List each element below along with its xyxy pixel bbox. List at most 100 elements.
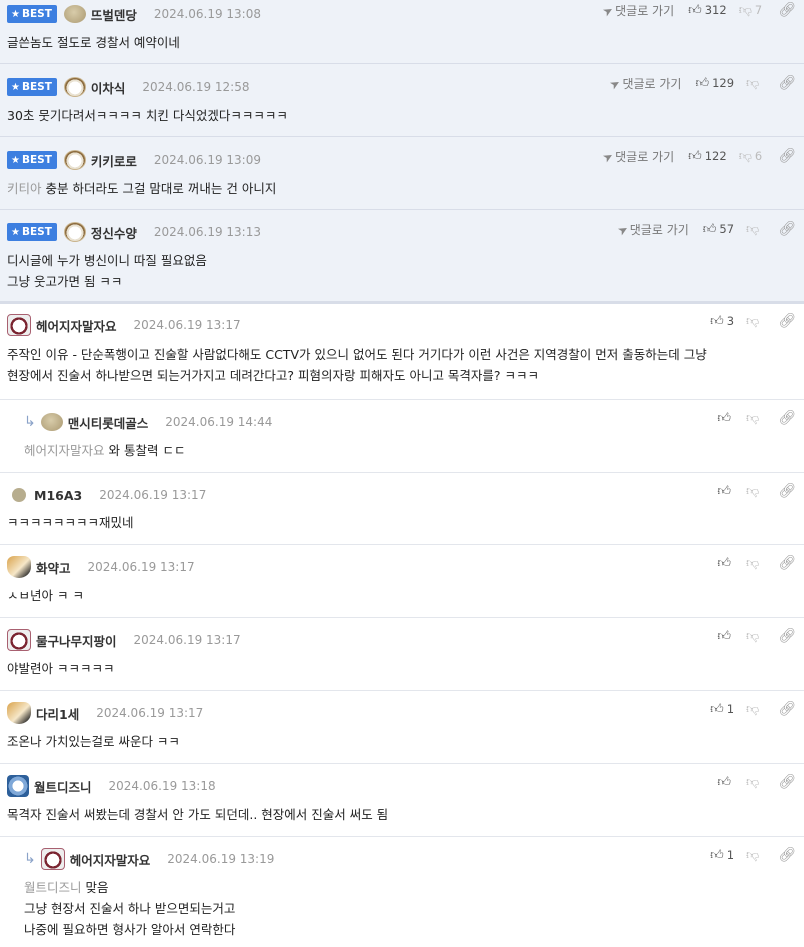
downvote-button[interactable]: 👎︎ [746, 484, 762, 499]
upvote-button[interactable]: 👍︎ 3 [710, 314, 734, 329]
link-icon[interactable]: 🔗︎ [778, 148, 796, 164]
upvote-button[interactable]: 👍︎ [717, 775, 734, 790]
goto-comment-link[interactable]: ➤댓글로 가기 [600, 2, 674, 19]
nickname[interactable]: 이차식 [91, 78, 126, 97]
thumbs-up-icon: 👍︎ [710, 847, 724, 863]
nickname[interactable]: 월트디즈니 [34, 777, 92, 796]
nickname[interactable]: M16A3 [34, 488, 82, 503]
link-icon[interactable]: 🔗︎ [778, 313, 796, 329]
nickname[interactable]: 뜨벌덴당 [91, 5, 137, 24]
nickname[interactable]: 헤어지자말자요 [70, 850, 151, 869]
upvote-button[interactable]: 👍︎ 1 [710, 848, 734, 863]
avatar[interactable] [7, 775, 29, 797]
upvote-button[interactable]: 👍︎ [717, 484, 734, 499]
upvote-button[interactable]: 👍︎ 57 [703, 222, 734, 237]
link-icon[interactable]: 🔗︎ [778, 410, 796, 426]
thumbs-up-icon: 👍︎ [710, 313, 724, 329]
comment-body: 주작인 이유 - 단순폭행이고 진술할 사람없다해도 CCTV가 있으니 없어도… [7, 347, 707, 383]
thumbs-down-icon: 👎︎ [746, 483, 760, 499]
nickname[interactable]: 화약고 [36, 558, 71, 577]
thumbs-down-icon: 👎︎ [746, 847, 760, 863]
comment-date: 2024.06.19 13:08 [153, 7, 261, 21]
nickname[interactable]: 키키로로 [91, 151, 137, 170]
avatar[interactable] [40, 413, 63, 431]
link-icon[interactable]: 🔗︎ [778, 701, 796, 717]
nickname[interactable]: 물구나무지팡이 [36, 631, 117, 650]
avatar[interactable] [63, 222, 86, 242]
thumbs-down-icon: 👎︎ [746, 628, 760, 644]
upvote-button[interactable]: 👍︎ [717, 556, 734, 571]
nickname[interactable]: 맨시티롯데골스 [68, 413, 149, 432]
thumbs-down-icon: 👎︎ [746, 221, 760, 237]
upvote-button[interactable]: 👍︎ 122 [688, 149, 727, 164]
avatar[interactable] [7, 556, 31, 578]
avatar[interactable] [7, 314, 31, 336]
downvote-button[interactable]: 👎︎ [746, 702, 762, 717]
thumbs-down-icon: 👎︎ [746, 555, 760, 571]
downvote-button[interactable]: 👎︎ [746, 556, 762, 571]
downvote-button[interactable]: 👎︎ [746, 775, 762, 790]
comment-body: 디시글에 누가 병신이니 따질 필요없음 그냥 웃고가면 됨 ㅋㅋ [7, 253, 207, 289]
upvote-button[interactable]: 👍︎ 129 [695, 76, 734, 91]
downvote-button[interactable]: 👎︎ [746, 411, 762, 426]
nickname[interactable]: 다리1세 [36, 704, 79, 723]
goto-comment-link[interactable]: ➤댓글로 가기 [615, 221, 689, 238]
link-icon[interactable]: 🔗︎ [778, 847, 796, 863]
comment-body: 30초 뭇기다려서ㅋㅋㅋㅋ 치킨 다식었겠다ㅋㅋㅋㅋㅋ [7, 108, 288, 123]
link-icon[interactable]: 🔗︎ [778, 628, 796, 644]
downvote-button[interactable]: 👎︎ [746, 629, 762, 644]
link-icon[interactable]: 🔗︎ [778, 2, 796, 18]
link-icon[interactable]: 🔗︎ [778, 555, 796, 571]
comment: M16A3 2024.06.19 13:17 👍︎ 👎︎ 🔗︎ ㅋㅋㅋㅋㅋㅋㅋㅋ… [0, 473, 804, 545]
comment: 월트디즈니 2024.06.19 13:18 👍︎ 👎︎ 🔗︎ 목격자 진술서 … [0, 764, 804, 837]
avatar[interactable] [63, 77, 86, 97]
thumbs-down-icon: 👎︎ [746, 313, 760, 329]
comment-body: 월트디즈니 맞음 그냥 현장서 진술서 하나 받으면되는거고 나중에 필요하면 … [24, 880, 236, 937]
comment: 화약고 2024.06.19 13:17 👍︎ 👎︎ 🔗︎ ㅅㅂ년아 ㅋ ㅋ [0, 545, 804, 618]
reply-arrow-icon: ↳ [24, 851, 36, 867]
comment: 다리1세 2024.06.19 13:17 👍︎ 1 👎︎ 🔗︎ 조온나 가치있는… [0, 691, 804, 764]
upvote-button[interactable]: 👍︎ [717, 629, 734, 644]
avatar[interactable] [63, 150, 86, 170]
avatar[interactable] [63, 5, 86, 23]
link-icon[interactable]: 🔗︎ [778, 221, 796, 237]
downvote-button[interactable]: 👎︎ [746, 314, 762, 329]
comment-body: 키티아 충분 하더라도 그걸 맘대로 꺼내는 건 아니지 [7, 181, 277, 196]
avatar[interactable] [12, 488, 26, 502]
downvote-button[interactable]: 👎︎ 7 [739, 3, 763, 18]
upvote-button[interactable]: 👍︎ 1 [710, 702, 734, 717]
link-icon[interactable]: 🔗︎ [778, 75, 796, 91]
upvote-button[interactable]: 👍︎ 312 [688, 3, 727, 18]
comment-date: 2024.06.19 13:17 [96, 706, 204, 720]
thumbs-down-icon: 👎︎ [746, 410, 760, 426]
nickname[interactable]: 헤어지자말자요 [36, 316, 117, 335]
comment-body: 야발련아 ㅋㅋㅋㅋㅋ [7, 661, 115, 676]
downvote-button[interactable]: 👎︎ [746, 222, 762, 237]
mention[interactable]: 헤어지자말자요 [24, 443, 105, 458]
goto-comment-link[interactable]: ➤댓글로 가기 [600, 148, 674, 165]
downvote-button[interactable]: 👎︎ 6 [739, 149, 763, 164]
link-icon[interactable]: 🔗︎ [778, 483, 796, 499]
avatar[interactable] [40, 848, 65, 870]
upvote-button[interactable]: 👍︎ [717, 411, 734, 426]
avatar[interactable] [7, 702, 31, 724]
star-icon: ★ [11, 226, 20, 238]
comment-date: 2024.06.19 13:17 [133, 318, 241, 332]
nickname[interactable]: 정신수양 [91, 223, 137, 242]
star-icon: ★ [11, 8, 20, 20]
comment-body: 글쓴놈도 절도로 경찰서 예약이네 [7, 35, 180, 50]
thumbs-down-icon: 👎︎ [746, 75, 760, 91]
reply-comment: ↳ 헤어지자말자요 2024.06.19 13:19 👍︎ 1 👎︎ 🔗︎ 월트디… [0, 837, 804, 947]
comment-date: 2024.06.19 13:17 [87, 560, 195, 574]
downvote-button[interactable]: 👎︎ [746, 848, 762, 863]
avatar[interactable] [7, 629, 31, 651]
comment-date: 2024.06.19 13:17 [133, 633, 241, 647]
downvote-button[interactable]: 👎︎ [746, 76, 762, 91]
mention[interactable]: 월트디즈니 [24, 880, 82, 895]
goto-comment-link[interactable]: ➤댓글로 가기 [607, 74, 682, 93]
navigation-arrow-icon: ➤ [607, 74, 624, 93]
link-icon[interactable]: 🔗︎ [778, 774, 796, 790]
best-comment: ★ BEST 이차식 2024.06.19 12:58 ➤댓글로 가기 👍︎ 129… [0, 64, 804, 137]
comment-body: 헤어지자말자요 와 통찰력 ㄷㄷ [24, 443, 186, 458]
mention[interactable]: 키티아 [7, 181, 42, 196]
